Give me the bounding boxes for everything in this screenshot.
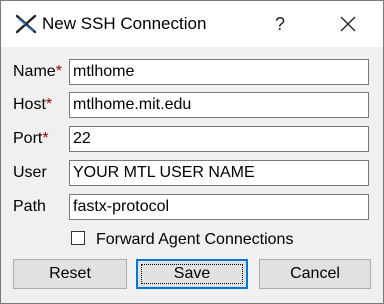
host-label: Host* — [13, 96, 53, 113]
reset-button[interactable]: Reset — [13, 259, 127, 289]
required-marker: * — [42, 130, 49, 147]
path-label: Path — [13, 198, 46, 215]
port-field[interactable]: 22 — [69, 126, 369, 152]
help-button[interactable]: ? — [263, 11, 297, 37]
save-button-label: Save — [173, 265, 211, 282]
user-field[interactable]: YOUR MTL USER NAME — [69, 160, 369, 186]
name-label: Name* — [13, 63, 62, 80]
dialog-title: New SSH Connection — [42, 14, 207, 33]
name-field[interactable]: mtlhome — [69, 59, 369, 85]
port-label: Port* — [13, 130, 49, 147]
required-marker: * — [55, 63, 62, 80]
forward-agent-label[interactable]: Forward Agent Connections — [96, 230, 293, 250]
required-marker: * — [45, 96, 53, 113]
fastx-x-logo-icon — [15, 14, 37, 34]
forward-agent-checkbox[interactable] — [71, 231, 85, 245]
new-ssh-connection-dialog: New SSH Connection ? Name* mtlhome Host*… — [0, 0, 384, 304]
cancel-button[interactable]: Cancel — [259, 259, 371, 289]
host-field[interactable]: mtlhome.mit.edu — [69, 92, 369, 118]
close-icon[interactable] — [331, 11, 365, 37]
title-bar[interactable]: New SSH Connection ? — [1, 1, 383, 47]
user-label: User — [13, 164, 47, 181]
save-button[interactable]: Save — [136, 259, 248, 289]
path-field[interactable]: fastx-protocol — [69, 194, 369, 220]
